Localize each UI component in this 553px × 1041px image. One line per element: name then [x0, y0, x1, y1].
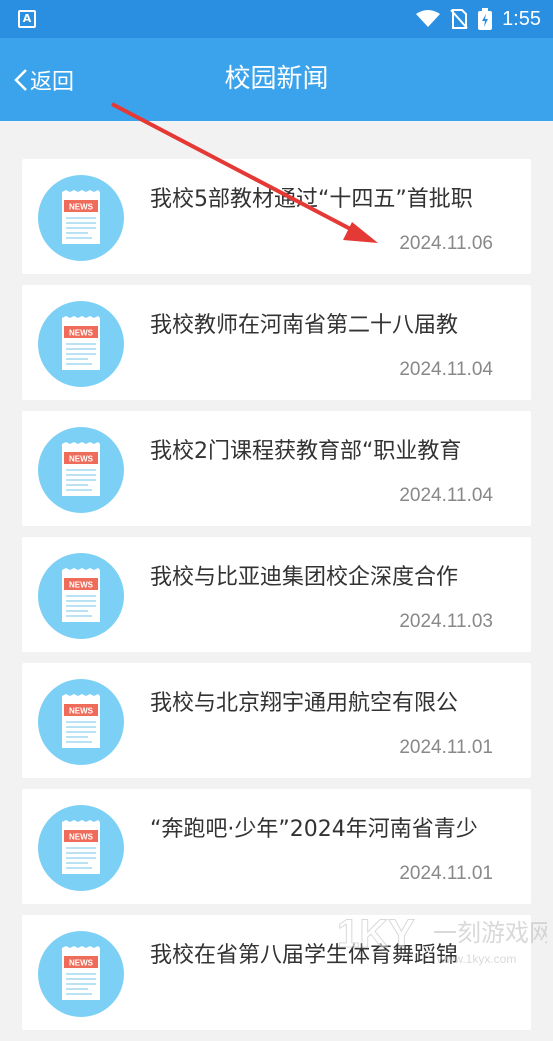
page-title: 校园新闻	[224, 64, 329, 94]
clock: 1:55	[502, 7, 541, 30]
news-item[interactable]: NEWS “奔跑吧·少年”2024年河南省青少 2024.11.01	[22, 789, 531, 904]
news-thumbnail: NEWS	[38, 679, 124, 765]
news-thumbnail: NEWS	[38, 931, 124, 1017]
app-header: 返回 校园新闻	[0, 38, 553, 121]
news-title: 我校教师在河南省第二十八届教	[150, 313, 459, 338]
news-item[interactable]: NEWS 我校与北京翔宇通用航空有限公 2024.11.01	[22, 663, 531, 778]
news-list: NEWS 我校5部教材通过“十四五”首批职 2024.11.06 NEWS 我校…	[22, 159, 531, 1041]
news-title: “奔跑吧·少年”2024年河南省青少	[150, 817, 478, 842]
news-title: 我校与北京翔宇通用航空有限公	[150, 691, 459, 716]
news-badge-label: NEWS	[69, 833, 94, 842]
chevron-left-icon	[14, 68, 27, 91]
news-badge-label: NEWS	[69, 959, 94, 968]
back-button[interactable]: 返回	[14, 38, 74, 121]
status-icons: 1:55	[416, 0, 541, 38]
news-date: 2024.11.04	[399, 359, 493, 380]
news-item[interactable]: NEWS 我校与比亚迪集团校企深度合作 2024.11.03	[22, 537, 531, 652]
status-bar: A 1:55	[0, 0, 553, 38]
news-title: 我校与比亚迪集团校企深度合作	[150, 565, 459, 590]
news-thumbnail: NEWS	[38, 553, 124, 639]
news-item[interactable]: NEWS 我校5部教材通过“十四五”首批职 2024.11.06	[22, 159, 531, 274]
news-date: 2024.11.01	[399, 863, 493, 884]
news-date: 2024.11.06	[399, 233, 493, 254]
news-badge-label: NEWS	[69, 707, 94, 716]
news-title: 我校5部教材通过“十四五”首批职	[150, 187, 473, 212]
app-notification-icon: A	[18, 10, 36, 28]
news-item[interactable]: NEWS 我校2门课程获教育部“职业教育 2024.11.04	[22, 411, 531, 526]
news-thumbnail: NEWS	[38, 175, 124, 261]
newspaper-icon: NEWS	[62, 694, 100, 748]
news-title: 我校在省第八届学生体育舞蹈锦	[150, 943, 459, 968]
news-date: 2024.11.03	[399, 611, 493, 632]
news-thumbnail: NEWS	[38, 427, 124, 513]
news-thumbnail: NEWS	[38, 301, 124, 387]
battery-charging-icon	[478, 8, 493, 30]
news-badge-label: NEWS	[69, 455, 94, 464]
newspaper-icon: NEWS	[62, 316, 100, 370]
newspaper-icon: NEWS	[62, 820, 100, 874]
back-label: 返回	[30, 69, 75, 95]
wifi-icon	[416, 10, 441, 27]
news-date: 2024.11.01	[399, 737, 493, 758]
news-badge-label: NEWS	[69, 581, 94, 590]
news-item[interactable]: NEWS 我校教师在河南省第二十八届教 2024.11.04	[22, 285, 531, 400]
newspaper-icon: NEWS	[62, 946, 100, 1000]
newspaper-icon: NEWS	[62, 190, 100, 244]
no-sim-icon	[450, 9, 468, 29]
news-badge-label: NEWS	[69, 329, 94, 338]
news-badge-label: NEWS	[69, 203, 94, 212]
news-thumbnail: NEWS	[38, 805, 124, 891]
news-date: 2024.11.04	[399, 485, 493, 506]
newspaper-icon: NEWS	[62, 442, 100, 496]
news-item[interactable]: NEWS 我校在省第八届学生体育舞蹈锦	[22, 915, 531, 1030]
newspaper-icon: NEWS	[62, 568, 100, 622]
news-title: 我校2门课程获教育部“职业教育	[150, 439, 462, 464]
